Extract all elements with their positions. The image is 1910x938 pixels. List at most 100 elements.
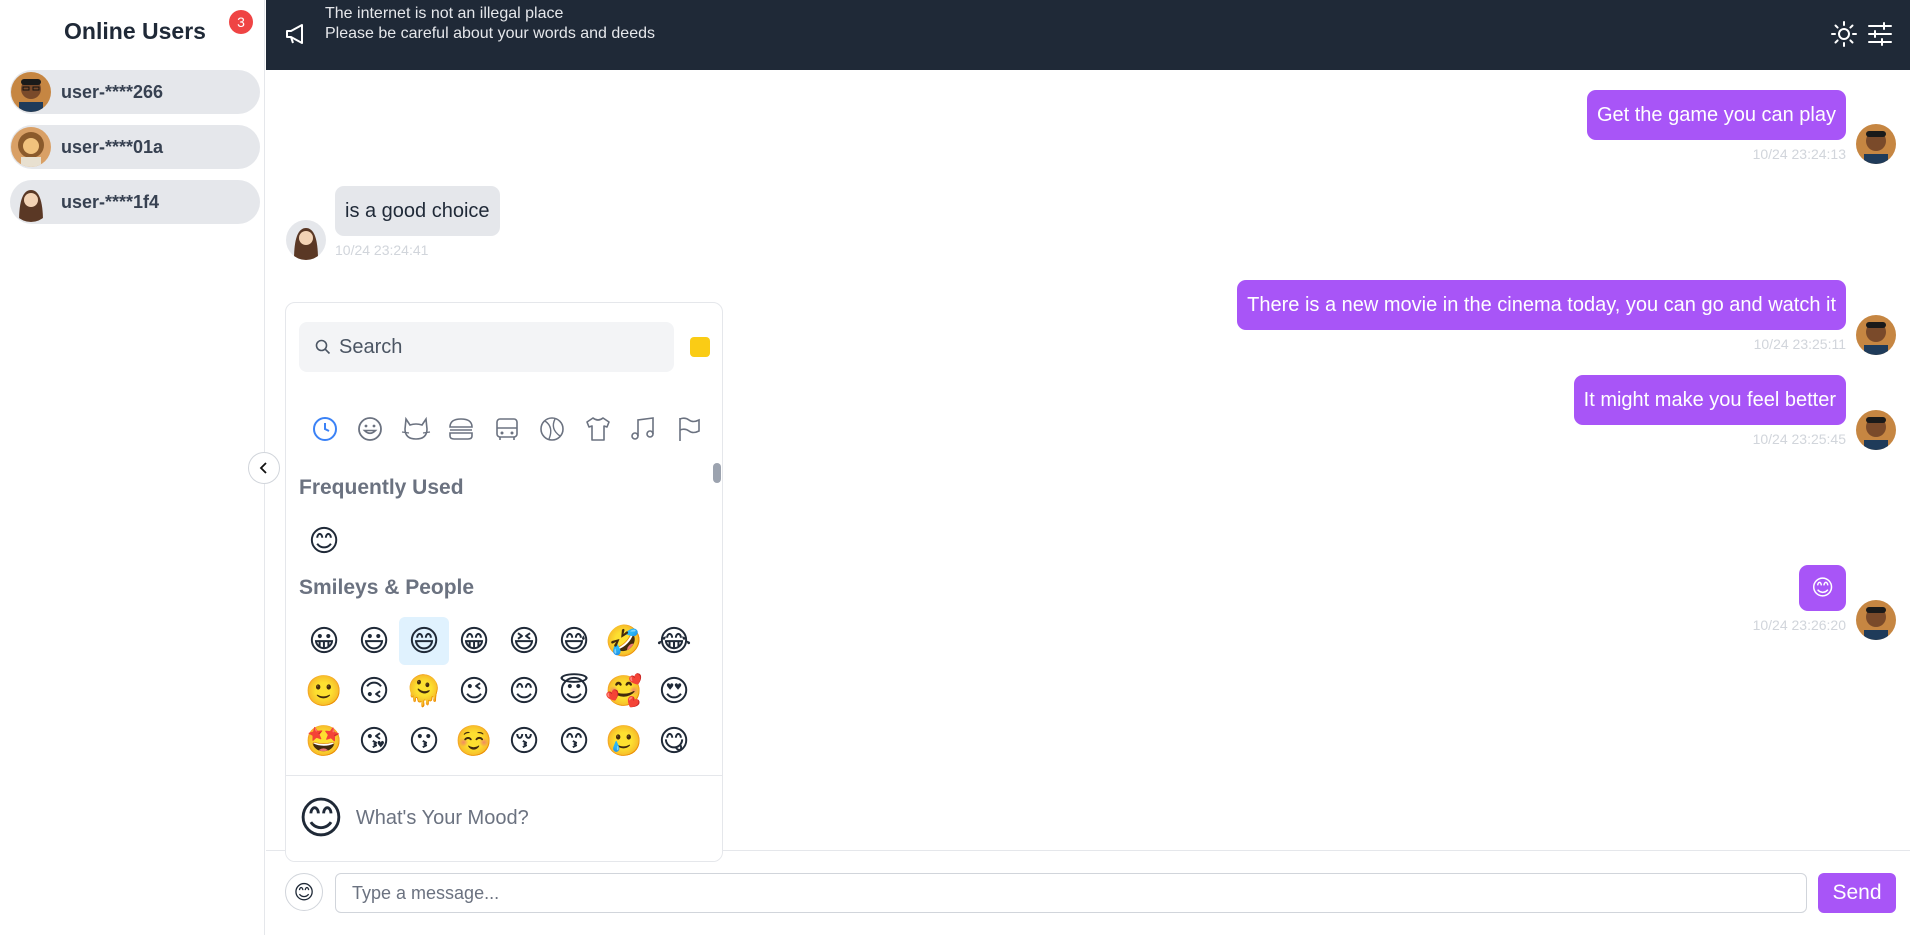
notice-line-1: The internet is not an illegal place: [325, 5, 564, 22]
user-item[interactable]: user-****1f4: [10, 180, 260, 224]
message-time: 10/24 23:26:20: [1752, 617, 1846, 633]
emoji-item[interactable]: 😊: [299, 517, 349, 565]
emoji-item[interactable]: 😘: [349, 717, 399, 765]
online-count-badge: 3: [229, 10, 253, 34]
user-name: user-****1f4: [61, 191, 160, 212]
message-bubble[interactable]: 😊: [1799, 565, 1846, 611]
emoji-item[interactable]: 😍: [649, 667, 699, 715]
tab-flags[interactable]: [666, 411, 712, 447]
emoji-item[interactable]: 😃: [349, 617, 399, 665]
emoji-item[interactable]: 🤩: [299, 717, 349, 765]
emoji-preview-footer: 😊 What's Your Mood?: [286, 775, 722, 861]
emoji-item[interactable]: 😚: [499, 717, 549, 765]
message-item: Get the game you can play 10/24 23:24:13: [1586, 90, 1846, 162]
message-bubble[interactable]: Get the game you can play: [1586, 90, 1846, 140]
avatar: [11, 182, 51, 222]
emoji-item[interactable]: ☺️: [449, 717, 499, 765]
skin-tone-button[interactable]: [690, 337, 710, 357]
user-name: user-****01a: [61, 136, 164, 157]
theme-toggle-icon[interactable]: [1830, 20, 1858, 48]
message-time: 10/24 23:24:13: [1752, 146, 1846, 162]
emoji-item[interactable]: 😀: [299, 617, 349, 665]
user-item[interactable]: user-****01a: [10, 125, 260, 169]
avatar: [1856, 410, 1896, 450]
emoji-picker: Frequently Used 😊 Smileys & People 😀 😃 😄…: [285, 302, 723, 862]
emoji-scrollbar[interactable]: [713, 463, 721, 483]
tab-objects[interactable]: [575, 411, 621, 447]
notice-line-2: Please be careful about your words and d…: [325, 25, 655, 42]
user-name: user-****266: [61, 81, 164, 102]
tab-symbols[interactable]: [621, 411, 667, 447]
emoji-item[interactable]: 🫠: [399, 667, 449, 715]
emoji-row: 🤩 😘 😗 ☺️ 😚 😙 🥲 😋: [299, 716, 699, 766]
smiley-icon: [358, 417, 383, 441]
tab-animals[interactable]: [393, 411, 439, 447]
user-item[interactable]: user-****266: [10, 70, 260, 114]
search-icon: [315, 339, 331, 355]
message-time: 10/24 23:25:45: [1752, 431, 1846, 447]
emoji-row: 🙂 🙃 🫠 😉 😊 😇 🥰 😍: [299, 666, 699, 716]
message-item: There is a new movie in the cinema today…: [1237, 280, 1846, 352]
sidebar: Online Users 3 user-****266 user-****01a…: [0, 0, 265, 935]
recent-icon: [312, 417, 337, 441]
emoji-category-tabs: [302, 411, 712, 447]
emoji-toggle-button[interactable]: 😊: [285, 873, 323, 911]
notice-bar: The internet is not an illegal place Ple…: [266, 0, 1910, 70]
tab-food[interactable]: [439, 411, 485, 447]
section-smileys-people: Smileys & People: [299, 576, 475, 599]
message-item: 😊 10/24 23:26:20: [1753, 565, 1846, 633]
emoji-item[interactable]: 😋: [649, 717, 699, 765]
megaphone-icon: [286, 24, 303, 44]
message-composer: 😊 Send: [266, 850, 1910, 935]
message-bubble[interactable]: It might make you feel better: [1573, 375, 1846, 425]
avatar: [1856, 315, 1896, 355]
emoji-item[interactable]: 🙂: [299, 667, 349, 715]
message-bubble[interactable]: is a good choice: [335, 186, 500, 236]
emoji-item[interactable]: 😉: [449, 667, 499, 715]
emoji-item[interactable]: 😙: [549, 717, 599, 765]
message-item: It might make you feel better 10/24 23:2…: [1573, 375, 1846, 447]
message-time: 10/24 23:24:41: [335, 242, 429, 258]
activity-icon: [540, 417, 565, 441]
notice-text: The internet is not an illegal place Ple…: [325, 5, 655, 44]
emoji-item[interactable]: 😂: [649, 617, 699, 665]
emoji-row: 😀 😃 😄 😁 😆 😅 🤣 😂: [299, 616, 699, 666]
frequently-used-grid: 😊: [299, 516, 349, 566]
emoji-item[interactable]: 😇: [549, 667, 599, 715]
emoji-search-input[interactable]: [339, 335, 659, 359]
settings-sliders-icon[interactable]: [1866, 20, 1894, 48]
emoji-row: 😊: [299, 516, 349, 566]
symbols-icon: [631, 417, 655, 440]
message-time: 10/24 23:25:11: [1753, 336, 1846, 352]
avatar: [286, 220, 326, 260]
sidebar-collapse-button[interactable]: [248, 452, 280, 484]
message-item: is a good choice 10/24 23:24:41: [335, 186, 500, 258]
tab-recent[interactable]: [302, 411, 348, 447]
avatar: [11, 72, 51, 112]
tab-activity[interactable]: [530, 411, 576, 447]
preview-emoji: 😊: [298, 794, 344, 843]
emoji-item[interactable]: 😆: [499, 617, 549, 665]
avatar: [1856, 124, 1896, 164]
emoji-item[interactable]: 🥲: [599, 717, 649, 765]
smileys-grid: 😀 😃 😄 😁 😆 😅 🤣 😂 🙂 🙃 🫠 😉 😊 😇 🥰 😍 🤩 😘 😗 ☺️: [299, 616, 699, 766]
message-input[interactable]: [335, 873, 1807, 913]
tab-smileys[interactable]: [348, 411, 394, 447]
travel-icon: [495, 418, 518, 440]
emoji-search[interactable]: [299, 322, 674, 372]
send-button[interactable]: Send: [1818, 873, 1896, 913]
chevron-left-icon: [259, 462, 267, 474]
animal-icon: [401, 416, 430, 440]
message-bubble[interactable]: There is a new movie in the cinema today…: [1237, 280, 1846, 330]
emoji-item[interactable]: 😗: [399, 717, 449, 765]
emoji-item[interactable]: 🙃: [349, 667, 399, 715]
emoji-item[interactable]: 😄: [399, 617, 449, 665]
tab-travel[interactable]: [484, 411, 530, 447]
avatar: [1856, 600, 1896, 640]
preview-text: What's Your Mood?: [355, 807, 529, 829]
emoji-item[interactable]: 🥰: [599, 667, 649, 715]
emoji-item[interactable]: 🤣: [599, 617, 649, 665]
emoji-item[interactable]: 😅: [549, 617, 599, 665]
emoji-item[interactable]: 😊: [499, 667, 549, 715]
emoji-item[interactable]: 😁: [449, 617, 499, 665]
